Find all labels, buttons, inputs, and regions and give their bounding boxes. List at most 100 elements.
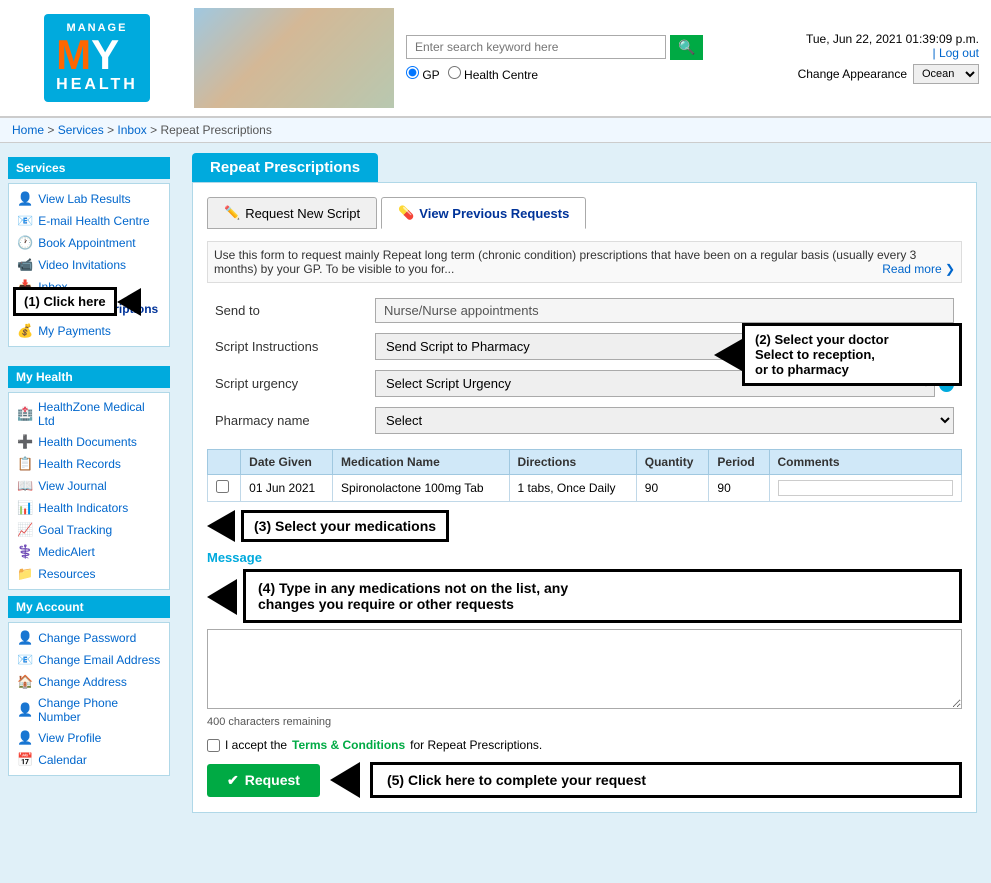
sidebar-label: Change Address <box>38 675 127 689</box>
send-to-label: Send to <box>207 293 367 328</box>
form-section: Send to Script Instructions Send Script … <box>207 293 962 439</box>
search-button[interactable]: 🔍 <box>670 35 703 60</box>
appearance-row: Change Appearance Ocean Classic Dark <box>779 64 979 84</box>
email2-icon: 📧 <box>17 652 33 668</box>
prescription2-icon: 💊 <box>398 205 414 221</box>
sidebar-item-goal-tracking[interactable]: 📈 Goal Tracking <box>9 519 169 541</box>
breadcrumb-home[interactable]: Home <box>12 123 44 137</box>
sidebar-item-change-email[interactable]: 📧 Change Email Address <box>9 649 169 671</box>
logo[interactable]: MANAGE M Y HEALTH <box>44 14 150 102</box>
col-checkbox <box>208 450 241 475</box>
sidebar-item-view-lab-results[interactable]: 👤 View Lab Results <box>9 188 169 210</box>
script-urgency-label: Script urgency <box>207 365 367 402</box>
indicators-icon: 📊 <box>17 500 33 516</box>
breadcrumb-services[interactable]: Services <box>58 123 104 137</box>
sidebar-label: Goal Tracking <box>38 523 112 537</box>
appearance-select[interactable]: Ocean Classic Dark <box>913 64 979 84</box>
logo-m: M <box>56 34 91 76</box>
sidebar-item-resources[interactable]: 📁 Resources <box>9 563 169 585</box>
sidebar-item-view-journal[interactable]: 📖 View Journal <box>9 475 169 497</box>
terms-checkbox[interactable] <box>207 739 220 752</box>
breadcrumb-inbox[interactable]: Inbox <box>117 123 146 137</box>
annotation-select-meds-box: (3) Select your medications <box>241 510 449 542</box>
lab-icon: 👤 <box>17 191 33 207</box>
search-input[interactable] <box>406 35 666 59</box>
table-row: 01 Jun 2021 Spironolactone 100mg Tab 1 t… <box>208 475 962 502</box>
content-box: ✏️ Request New Script 💊 View Previous Re… <box>192 182 977 813</box>
myaccount-section: 👤 Change Password 📧 Change Email Address… <box>8 622 170 776</box>
info-text: Use this form to request mainly Repeat l… <box>207 241 962 283</box>
pencil-icon: ✏️ <box>224 205 240 221</box>
password-icon: 👤 <box>17 630 33 646</box>
sidebar-item-healthzone[interactable]: 🏥 HealthZone Medical Ltd <box>9 397 169 431</box>
pharmacy-select[interactable]: Select <box>375 407 954 434</box>
tab-request-new-script[interactable]: ✏️ Request New Script <box>207 197 377 229</box>
sidebar-label: Health Indicators <box>38 501 128 515</box>
terms-link[interactable]: Terms & Conditions <box>292 738 405 752</box>
sidebar-item-change-phone[interactable]: 👤 Change Phone Number <box>9 693 169 727</box>
arrow-type-meds <box>207 579 237 615</box>
col-directions: Directions <box>509 450 636 475</box>
form-row-pharmacy: Pharmacy name Select <box>207 402 962 439</box>
message-label: Message <box>207 550 962 565</box>
sidebar-item-change-address[interactable]: 🏠 Change Address <box>9 671 169 693</box>
sidebar-item-book-appointment[interactable]: 🕐 Book Appointment <box>9 232 169 254</box>
sidebar-item-health-documents[interactable]: ➕ Health Documents <box>9 431 169 453</box>
annotation-type-meds-container: (4) Type in any medications not on the l… <box>207 569 962 623</box>
sidebar-label: HealthZone Medical Ltd <box>38 400 161 428</box>
logout-link[interactable]: | Log out <box>933 46 980 60</box>
terms-suffix: for Repeat Prescriptions. <box>410 738 542 752</box>
myhealth-section-title: My Health <box>8 366 170 388</box>
records-icon: 📋 <box>17 456 33 472</box>
main-content: Repeat Prescriptions ✏️ Request New Scri… <box>178 143 991 883</box>
read-more-link[interactable]: Read more ❯ <box>882 262 955 276</box>
page-title: Repeat Prescriptions <box>192 153 378 182</box>
radio-hc-label[interactable]: Health Centre <box>448 66 538 82</box>
sidebar-label: Change Password <box>38 631 136 645</box>
datetime-text: Tue, Jun 22, 2021 01:39:09 p.m. <box>779 32 979 46</box>
sidebar-label: Resources <box>38 567 95 581</box>
checkmark-icon: ✔ <box>227 772 239 789</box>
logo-area: MANAGE M Y HEALTH <box>12 14 182 102</box>
calendar-icon: 📅 <box>17 752 33 768</box>
sidebar-item-health-records[interactable]: 📋 Health Records <box>9 453 169 475</box>
comments-input[interactable] <box>778 480 954 496</box>
annotation-select-meds-container: (3) Select your medications <box>207 510 962 542</box>
header-search-area: 🔍 GP Health Centre <box>406 35 779 82</box>
sidebar-item-my-payments[interactable]: 💰 My Payments <box>9 320 169 342</box>
annotation-type-meds-box: (4) Type in any medications not on the l… <box>243 569 962 623</box>
sidebar-item-medicalert[interactable]: ⚕️ MedicAlert <box>9 541 169 563</box>
request-row: ✔ Request (5) Click here to complete you… <box>207 762 962 798</box>
radio-gp-label[interactable]: GP <box>406 66 440 82</box>
sidebar-item-calendar[interactable]: 📅 Calendar <box>9 749 169 771</box>
sidebar-label: View Journal <box>38 479 106 493</box>
medications-section: Date Given Medication Name Directions Qu… <box>207 449 962 542</box>
row-checkbox[interactable] <box>216 480 229 493</box>
radio-gp[interactable] <box>406 66 419 79</box>
terms-text: I accept the <box>225 738 287 752</box>
cell-period: 90 <box>709 475 769 502</box>
annotation-select-doctor-container: (2) Select your doctor Select to recepti… <box>714 323 962 386</box>
cell-comments <box>769 475 962 502</box>
sidebar-item-change-password[interactable]: 👤 Change Password <box>9 627 169 649</box>
healthzone-icon: 🏥 <box>17 406 33 422</box>
message-textarea[interactable] <box>207 629 962 709</box>
col-medication: Medication Name <box>333 450 509 475</box>
sidebar-item-video-invitations[interactable]: 📹 Video Invitations <box>9 254 169 276</box>
radio-health-centre[interactable] <box>448 66 461 79</box>
logo-y: Y <box>91 34 119 76</box>
sidebar-item-view-profile[interactable]: 👤 View Profile <box>9 727 169 749</box>
sidebar-label: Video Invitations <box>38 258 126 272</box>
annotation-select-doctor-box: (2) Select your doctor Select to recepti… <box>742 323 962 386</box>
medications-table: Date Given Medication Name Directions Qu… <box>207 449 962 502</box>
arrow-complete-request <box>330 762 360 798</box>
cell-medication: Spironolactone 100mg Tab <box>333 475 509 502</box>
address-icon: 🏠 <box>17 674 33 690</box>
tab-view-previous-requests[interactable]: 💊 View Previous Requests <box>381 197 586 229</box>
sidebar-item-health-indicators[interactable]: 📊 Health Indicators <box>9 497 169 519</box>
services-section-title: Services <box>8 157 170 179</box>
col-comments: Comments <box>769 450 962 475</box>
profile-icon: 👤 <box>17 730 33 746</box>
sidebar-item-email-health-centre[interactable]: 📧 E-mail Health Centre <box>9 210 169 232</box>
request-button[interactable]: ✔ Request <box>207 764 320 797</box>
